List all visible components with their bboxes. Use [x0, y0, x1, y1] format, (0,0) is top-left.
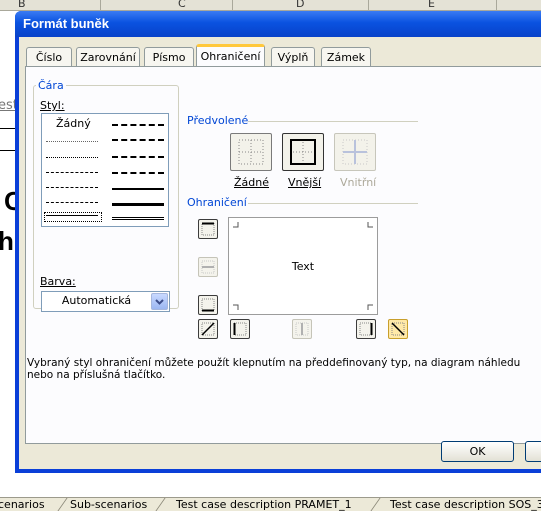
border-tab-panel: Čára Styl: Žádný Barva: Automatická Před…: [25, 66, 541, 444]
line-color-select[interactable]: Automatická: [41, 291, 170, 312]
preset-inside-button: [334, 133, 376, 171]
border-inside-horizontal-button: [198, 257, 218, 277]
border-inside-vertical-button: [292, 319, 312, 339]
help-text: Vybraný styl ohraničení můžete použít kl…: [27, 357, 521, 381]
column-e-header[interactable]: E: [428, 0, 435, 10]
presets-divider: [248, 121, 418, 122]
border-preview[interactable]: Text: [228, 217, 378, 315]
line-style-double[interactable]: [112, 217, 164, 220]
line-style-medium-dash-dot-dot[interactable]: [112, 124, 164, 126]
border-left-icon: [233, 322, 247, 336]
tab-protection[interactable]: Zámek: [321, 47, 371, 67]
column-d-header[interactable]: D: [296, 0, 304, 10]
border-diagonal-down-icon: [391, 322, 405, 336]
sheet-tab[interactable]: Test case description SOS_3: [390, 498, 541, 511]
border-diagonal-down-button[interactable]: [388, 319, 408, 339]
line-style-thick[interactable]: [112, 203, 164, 206]
ok-button[interactable]: OK: [441, 441, 514, 462]
line-color-value: Automatická: [61, 294, 132, 307]
preset-outline-button[interactable]: [282, 133, 324, 171]
line-style-dashed[interactable]: [46, 202, 98, 203]
dialog-client-area: Číslo Zarovnání Písmo Ohraničení Výplň Z…: [19, 37, 541, 469]
column-header-bar: B C D E: [0, 0, 541, 11]
color-label: Barva:: [40, 275, 76, 288]
border-left-button[interactable]: [230, 319, 250, 339]
dropdown-button[interactable]: [151, 293, 168, 310]
border-bottom-icon: [201, 298, 215, 312]
dialog-title-bar[interactable]: Formát buněk: [15, 11, 541, 37]
border-diagonal-up-button[interactable]: [198, 319, 218, 339]
tab-number[interactable]: Číslo: [26, 47, 72, 67]
preset-inside-label: Vnitřní: [340, 176, 377, 189]
chevron-down-icon: [155, 299, 164, 305]
border-inside-horizontal-icon: [201, 260, 215, 274]
preview-text: Text: [291, 260, 315, 273]
sheet-tab[interactable]: Test case description PRAMET_1: [176, 498, 352, 511]
sheet-tab-bar: cenarios Sub-scenarios Test case descrip…: [0, 497, 541, 511]
column-b-header[interactable]: B: [18, 0, 26, 10]
sheet-tab[interactable]: Sub-scenarios: [70, 498, 147, 511]
preset-none-label: Žádné: [234, 176, 269, 189]
border-top-icon: [201, 222, 215, 236]
dialog-title: Formát buněk: [23, 16, 109, 31]
border-right-icon: [359, 322, 373, 336]
column-separator: [232, 0, 233, 10]
sheet-tab-separator: [57, 498, 68, 511]
presets-inside-icon: [342, 139, 368, 165]
border-group-title: Ohraničení: [185, 196, 249, 209]
line-style-medium-dash-dot[interactable]: [112, 156, 164, 158]
preset-outline-label: Vnější: [288, 176, 322, 189]
border-bottom-button[interactable]: [198, 295, 218, 315]
line-style-dash-dot-dot[interactable]: [46, 172, 98, 173]
line-style-selection-focus: [44, 212, 102, 222]
line-style-list[interactable]: Žádný: [41, 113, 169, 227]
border-diagonal-up-icon: [201, 322, 215, 336]
presets-none-icon: [238, 139, 264, 165]
line-style-medium[interactable]: [112, 188, 164, 190]
tab-font[interactable]: Písmo: [144, 47, 194, 67]
tab-alignment[interactable]: Zarovnání: [76, 47, 140, 67]
border-right-button[interactable]: [356, 319, 376, 339]
column-separator: [496, 0, 497, 10]
line-style-slanted-dash-dot[interactable]: [112, 139, 164, 141]
format-cells-dialog: Formát buněk Číslo Zarovnání Písmo Ohran…: [15, 11, 541, 473]
cancel-button[interactable]: [525, 441, 541, 462]
preset-none-button[interactable]: [230, 133, 272, 171]
line-style-hairline[interactable]: [46, 141, 98, 142]
line-style-dotted[interactable]: [46, 157, 98, 158]
border-divider: [248, 203, 418, 204]
tab-fill[interactable]: Výplň: [271, 47, 315, 67]
cell-border-line: [0, 150, 16, 151]
line-style-dash-dot[interactable]: [46, 187, 98, 188]
style-label: Styl:: [40, 99, 65, 112]
column-separator: [100, 0, 101, 10]
line-style-none[interactable]: Žádný: [56, 117, 91, 130]
sheet-tab-separator: [370, 498, 381, 511]
line-group-title: Čára: [36, 79, 66, 92]
border-inside-vertical-icon: [295, 322, 309, 336]
sheet-tab[interactable]: cenarios: [0, 498, 45, 511]
border-top-button[interactable]: [198, 219, 218, 239]
column-c-header[interactable]: C: [178, 0, 186, 10]
sheet-tab-separator: [155, 498, 166, 511]
cell-text-fragment: h: [0, 226, 14, 256]
presets-outline-icon: [290, 139, 316, 165]
column-separator: [368, 0, 369, 10]
presets-group-title: Předvolené: [185, 114, 251, 127]
line-style-medium-dashed[interactable]: [112, 172, 164, 174]
cell-border-line: [0, 128, 16, 129]
